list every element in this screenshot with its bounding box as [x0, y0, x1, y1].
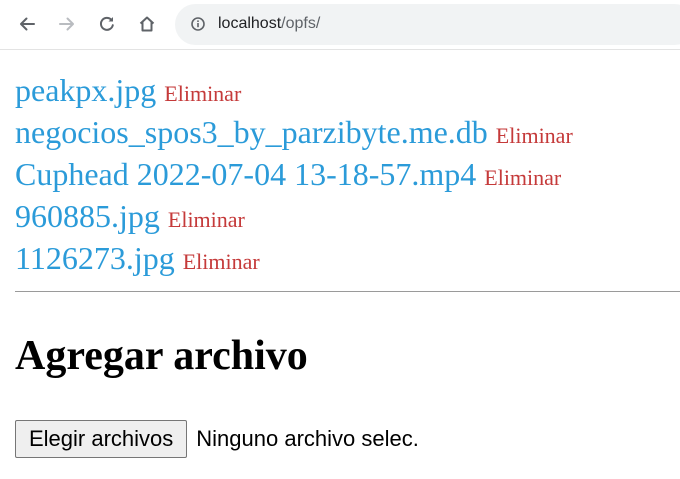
home-icon [139, 16, 155, 32]
url-host: localhost [218, 15, 282, 32]
list-item: 1126273.jpg Eliminar [15, 237, 675, 279]
browser-toolbar: localhost/opfs/ [0, 0, 680, 50]
info-circle-icon[interactable] [191, 17, 205, 31]
file-link[interactable]: 960885.jpg [15, 198, 160, 234]
file-link[interactable]: negocios_spos3_by_parzibyte.me.db [15, 114, 488, 150]
list-item: negocios_spos3_by_parzibyte.me.db Elimina… [15, 111, 675, 153]
file-input[interactable]: Elegir archivos Ninguno archivo selec. [15, 420, 419, 458]
reload-icon [99, 16, 114, 31]
arrow-right-icon [59, 17, 74, 31]
address-bar[interactable]: localhost/opfs/ [175, 4, 680, 45]
delete-link[interactable]: Eliminar [164, 81, 241, 106]
home-button[interactable] [132, 9, 162, 39]
no-file-selected-text: Ninguno archivo selec. [196, 426, 419, 451]
delete-link[interactable]: Eliminar [168, 207, 245, 232]
file-link[interactable]: peakpx.jpg [15, 72, 156, 108]
file-link[interactable]: 1126273.jpg [15, 240, 175, 276]
url-path: /opfs/ [281, 15, 321, 32]
list-item: 960885.jpg Eliminar [15, 195, 675, 237]
delete-link[interactable]: Eliminar [484, 165, 561, 190]
horizontal-rule [15, 291, 680, 292]
back-button[interactable] [12, 9, 42, 39]
url-text[interactable]: localhost/opfs/ [218, 14, 320, 34]
arrow-left-icon [20, 17, 35, 31]
file-link[interactable]: Cuphead 2022-07-04 13-18-57.mp4 [15, 156, 476, 192]
file-list: peakpx.jpg Eliminar negocios_spos3_by_par… [15, 69, 675, 279]
delete-link[interactable]: Eliminar [496, 123, 573, 148]
list-item: peakpx.jpg Eliminar [15, 69, 675, 111]
choose-files-button[interactable]: Elegir archivos [15, 420, 188, 458]
list-item: Cuphead 2022-07-04 13-18-57.mp4 Eliminar [15, 153, 675, 195]
page-content: peakpx.jpg Eliminar negocios_spos3_by_par… [15, 69, 675, 279]
reload-button[interactable] [92, 9, 122, 39]
forward-button[interactable] [52, 9, 82, 39]
section-title: Agregar archivo [15, 333, 308, 379]
delete-link[interactable]: Eliminar [183, 249, 260, 274]
